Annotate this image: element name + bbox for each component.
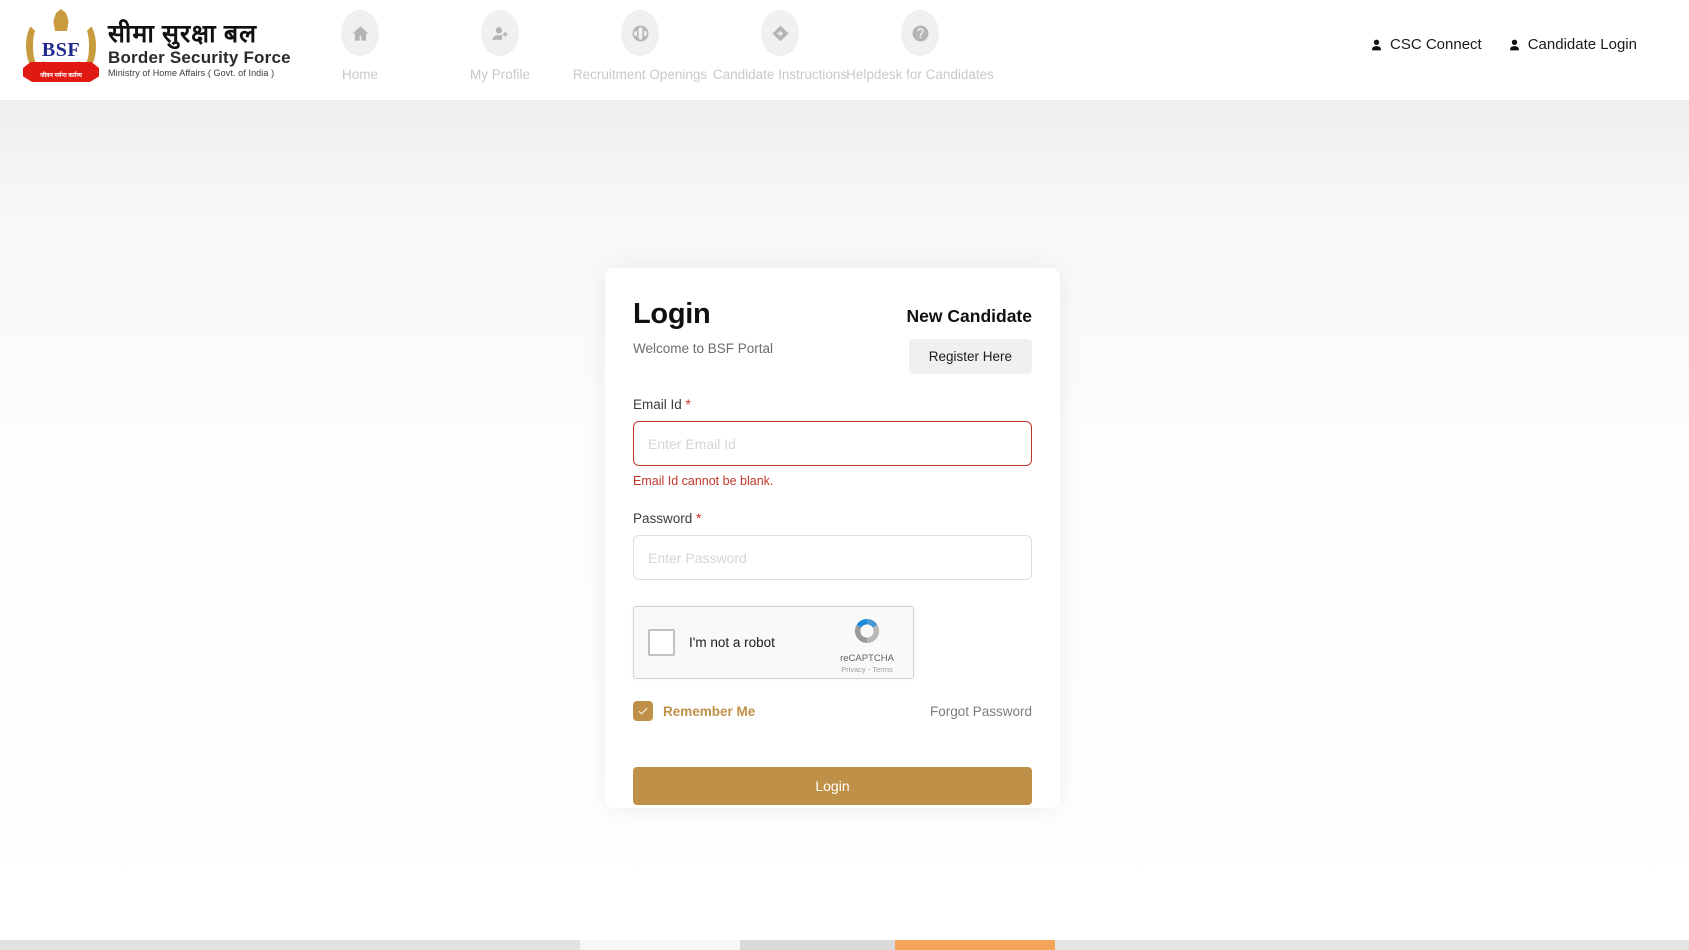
login-card-header: Login Welcome to BSF Portal New Candidat… bbox=[633, 298, 1032, 374]
login-page: BSF जीवन पर्यन्त कर्तव्य सीमा सुरक्षा बल… bbox=[0, 0, 1689, 950]
footer-segment-3 bbox=[895, 940, 1055, 950]
email-label: Email Id * bbox=[633, 396, 1032, 412]
footer-segment-2 bbox=[740, 940, 895, 950]
remember-me-control[interactable]: Remember Me bbox=[633, 701, 755, 721]
csc-connect-link[interactable]: CSC Connect bbox=[1370, 36, 1482, 53]
question-circle-icon bbox=[901, 10, 939, 56]
main-navigation: Home My Profile Recruitment Openings Can… bbox=[290, 10, 994, 82]
recaptcha-branding: reCAPTCHA Privacy - Terms bbox=[831, 615, 903, 674]
new-candidate-block: New Candidate Register Here bbox=[907, 298, 1032, 374]
person-icon bbox=[1509, 39, 1519, 50]
password-input[interactable] bbox=[633, 535, 1032, 580]
nav-label-recruitment-openings: Recruitment Openings bbox=[572, 67, 708, 82]
password-field-group: Password * bbox=[633, 510, 1032, 580]
email-label-text: Email Id bbox=[633, 397, 682, 412]
ribbon-motto-text: जीवन पर्यन्त कर्तव्य bbox=[40, 73, 82, 79]
recaptcha-label: I'm not a robot bbox=[689, 635, 775, 650]
globe-icon bbox=[621, 10, 659, 56]
emblem-bsf-text: BSF bbox=[41, 39, 81, 61]
forgot-password-link[interactable]: Forgot Password bbox=[930, 704, 1032, 719]
recaptcha-widget[interactable]: I'm not a robot reCAPTCHA Privacy - Term… bbox=[633, 606, 914, 679]
recaptcha-legal-links[interactable]: Privacy - Terms bbox=[831, 665, 903, 674]
site-header: BSF जीवन पर्यन्त कर्तव्य सीमा सुरक्षा बल… bbox=[0, 0, 1689, 100]
email-error-message: Email Id cannot be blank. bbox=[633, 474, 774, 488]
remember-forgot-row: Remember Me Forgot Password bbox=[633, 701, 1032, 721]
csc-connect-label: CSC Connect bbox=[1390, 36, 1482, 53]
nav-item-home[interactable]: Home bbox=[290, 10, 430, 82]
ashoka-capital-icon bbox=[53, 9, 69, 31]
remember-me-label: Remember Me bbox=[663, 703, 756, 719]
brand-ministry-subtitle: Ministry of Home Affairs ( Govt. of Indi… bbox=[108, 68, 275, 79]
bsf-emblem-icon: BSF जीवन पर्यन्त कर्तव्य bbox=[22, 6, 100, 90]
check-icon bbox=[638, 707, 648, 715]
nav-label-my-profile: My Profile bbox=[469, 67, 530, 82]
login-card: Login Welcome to BSF Portal New Candidat… bbox=[605, 268, 1060, 808]
nav-label-candidate-instructions: Candidate Instructions bbox=[712, 67, 848, 82]
nav-label-helpdesk-for-candidates: Helpdesk for Candidates bbox=[846, 67, 994, 82]
brand-hindi-title: सीमा सुरक्षा बल bbox=[108, 20, 258, 48]
password-required-mark: * bbox=[696, 510, 702, 526]
nav-item-helpdesk-for-candidates[interactable]: Helpdesk for Candidates bbox=[846, 10, 994, 82]
recaptcha-logo-icon bbox=[854, 619, 880, 643]
password-label-text: Password bbox=[633, 511, 693, 526]
email-required-mark: * bbox=[685, 396, 691, 412]
footer-segment-0 bbox=[0, 940, 580, 950]
candidate-login-link[interactable]: Candidate Login bbox=[1508, 36, 1637, 53]
footer-segment-4 bbox=[1055, 940, 1689, 950]
person-icon bbox=[1372, 39, 1381, 50]
recaptcha-brand-label: reCAPTCHA bbox=[840, 653, 894, 664]
login-button[interactable]: Login bbox=[633, 767, 1032, 805]
password-label: Password * bbox=[633, 510, 1032, 526]
register-here-button[interactable]: Register Here bbox=[908, 339, 1032, 374]
nav-item-my-profile[interactable]: My Profile bbox=[430, 10, 570, 82]
nav-item-candidate-instructions[interactable]: Candidate Instructions bbox=[710, 10, 850, 82]
bsf-brand-logo: BSF जीवन पर्यन्त कर्तव्य सीमा सुरक्षा बल… bbox=[22, 6, 291, 90]
footer-segment-1 bbox=[580, 940, 740, 950]
brand-english-title: Border Security Force bbox=[108, 47, 291, 67]
page-title: Login bbox=[633, 298, 711, 330]
account-links: CSC Connect Candidate Login bbox=[1370, 36, 1637, 53]
email-input[interactable] bbox=[633, 421, 1032, 466]
diamond-arrow-icon bbox=[761, 10, 799, 56]
nav-item-recruitment-openings[interactable]: Recruitment Openings bbox=[570, 10, 710, 82]
login-subtitle: Welcome to BSF Portal bbox=[633, 341, 774, 356]
home-icon bbox=[341, 10, 379, 56]
email-field-group: Email Id * Email Id cannot be blank. bbox=[633, 396, 1032, 488]
remember-me-checkbox[interactable] bbox=[633, 701, 653, 721]
brand-text-block: सीमा सुरक्षा बल Border Security Force Mi… bbox=[108, 18, 291, 79]
new-candidate-label: New Candidate bbox=[906, 306, 1032, 326]
login-title-block: Login Welcome to BSF Portal bbox=[633, 298, 773, 374]
recaptcha-checkbox[interactable] bbox=[648, 629, 675, 656]
user-plus-icon bbox=[481, 10, 519, 56]
candidate-login-label: Candidate Login bbox=[1527, 36, 1637, 53]
nav-label-home: Home bbox=[341, 67, 378, 82]
footer-strip bbox=[0, 940, 1689, 950]
